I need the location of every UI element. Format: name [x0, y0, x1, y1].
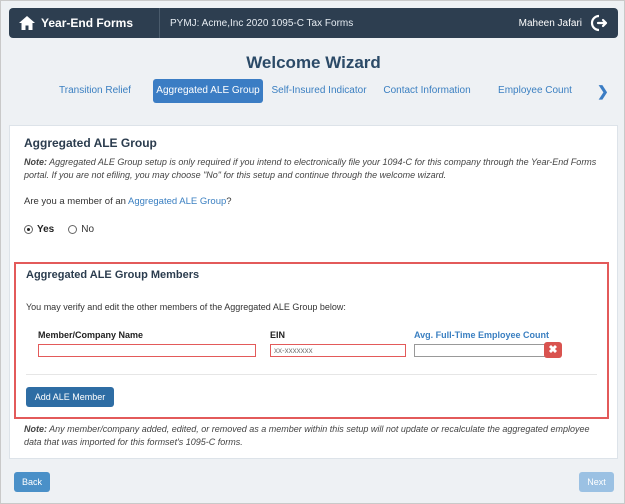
close-icon: ✖ — [548, 344, 558, 356]
section-title: Aggregated ALE Group — [24, 136, 157, 150]
aggregated-ale-panel: Aggregated ALE Group Note: Aggregated AL… — [9, 125, 618, 459]
column-ein: EIN — [270, 330, 286, 340]
member-name-input[interactable] — [38, 344, 256, 357]
column-member-name: Member/Company Name — [38, 330, 144, 340]
tab-contact-information[interactable]: Contact Information — [377, 79, 477, 103]
chevron-right-icon[interactable]: ❯ — [597, 83, 609, 100]
next-button[interactable]: Next — [579, 472, 614, 492]
tab-aggregated-ale-group[interactable]: Aggregated ALE Group — [153, 79, 263, 103]
radio-no-label: No — [81, 224, 95, 235]
note-text: Aggregated ALE Group setup is only requi… — [24, 157, 597, 180]
members-divider — [26, 374, 597, 375]
radio-no[interactable]: No — [68, 224, 94, 235]
question-prefix: Are you a member of an — [24, 196, 129, 207]
logout-icon[interactable] — [590, 14, 608, 32]
recalc-note-text: Any member/company added, edited, or rem… — [24, 424, 590, 447]
setup-note: Note: Aggregated ALE Group setup is only… — [24, 156, 609, 182]
radio-no-dot[interactable] — [68, 225, 78, 234]
wizard-tabs: Transition Relief Aggregated ALE Group S… — [9, 79, 618, 103]
membership-radio-group: Yes No — [24, 224, 108, 235]
back-button[interactable]: Back — [14, 472, 50, 492]
ale-members-box: Aggregated ALE Group Members You may ver… — [14, 262, 609, 419]
tab-spacer — [9, 79, 45, 103]
members-description: You may verify and edit the other member… — [26, 302, 346, 312]
add-ale-member-button[interactable]: Add ALE Member — [26, 387, 114, 407]
wizard-title: Welcome Wizard — [246, 53, 381, 72]
radio-yes[interactable]: Yes — [24, 224, 54, 235]
membership-question: Are you a member of an Aggregated ALE Gr… — [24, 196, 232, 207]
recalc-note: Note: Any member/company added, edited, … — [24, 423, 609, 449]
home-icon — [19, 16, 35, 30]
delete-member-button[interactable]: ✖ — [544, 342, 562, 358]
aggregated-ale-group-link[interactable]: Aggregated ALE Group — [128, 196, 226, 207]
recalc-note-label: Note: — [24, 424, 47, 434]
avg-employee-count-input[interactable] — [414, 344, 550, 357]
radio-yes-dot[interactable] — [24, 225, 33, 234]
note-label: Note: — [24, 157, 47, 167]
brand[interactable]: Year-End Forms — [9, 8, 159, 38]
ein-input[interactable] — [270, 344, 406, 357]
top-bar: Year-End Forms PYMJ: Acme,Inc 2020 1095-… — [9, 8, 618, 38]
radio-yes-label: Yes — [37, 224, 55, 235]
tab-transition-relief[interactable]: Transition Relief — [45, 79, 145, 103]
question-suffix: ? — [226, 196, 232, 207]
column-avg-employee-count[interactable]: Avg. Full-Time Employee Count — [414, 330, 549, 340]
tab-employee-count[interactable]: Employee Count — [485, 79, 585, 103]
tab-self-insured-indicator[interactable]: Self-Insured Indicator — [269, 79, 369, 103]
brand-title: Year-End Forms — [41, 16, 134, 30]
app-window: Year-End Forms PYMJ: Acme,Inc 2020 1095-… — [0, 0, 625, 504]
members-title: Aggregated ALE Group Members — [26, 269, 200, 281]
user-name: Maheen Jafari — [518, 17, 582, 29]
formset-context: PYMJ: Acme,Inc 2020 1095-C Tax Forms — [159, 8, 519, 38]
